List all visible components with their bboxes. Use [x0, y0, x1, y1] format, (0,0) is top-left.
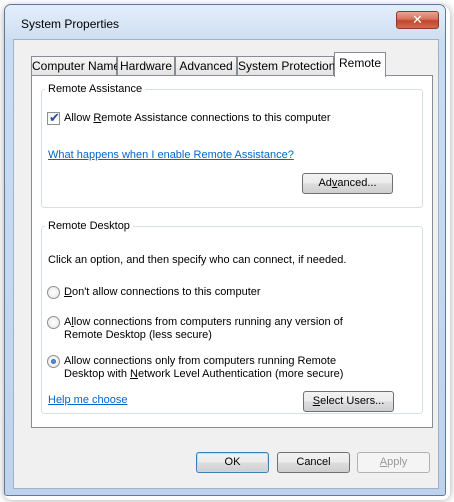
close-button[interactable]: ✕	[396, 11, 439, 29]
title-bar[interactable]: System Properties ✕	[5, 5, 445, 39]
tab-system-protection[interactable]: System Protection	[237, 56, 335, 76]
tab-hardware[interactable]: Hardware	[117, 56, 175, 76]
remote-assistance-help-link[interactable]: What happens when I enable Remote Assist…	[48, 149, 294, 162]
cancel-button[interactable]: Cancel	[277, 452, 350, 473]
radio-allow-nla-only[interactable]	[47, 355, 60, 368]
ok-button[interactable]: OK	[196, 452, 269, 473]
allow-remote-assistance-label[interactable]: Allow Remote Assistance connections to t…	[64, 112, 331, 125]
allow-remote-assistance-checkbox[interactable]: ✔	[47, 110, 60, 125]
radio-allow-nla-only-label[interactable]: Allow connections only from computers ru…	[64, 355, 343, 381]
tab-remote[interactable]: Remote	[334, 52, 386, 77]
radio-allow-any-version[interactable]	[47, 316, 60, 329]
remote-assistance-label: Remote Assistance	[48, 83, 143, 95]
checkmark-icon: ✔	[49, 110, 60, 125]
apply-button[interactable]: Apply	[357, 452, 430, 473]
radio-dont-allow[interactable]	[47, 286, 60, 299]
close-icon: ✕	[412, 12, 423, 27]
radio-selected-dot	[51, 359, 56, 364]
advanced-button[interactable]: Advanced...	[302, 173, 393, 194]
select-users-button[interactable]: Select Users...	[303, 391, 394, 412]
remote-desktop-instruction: Click an option, and then specify who ca…	[48, 254, 347, 266]
tab-computer-name[interactable]: Computer Name	[31, 56, 120, 76]
remote-tab-panel: Remote Assistance ✔ Allow Remote Assista…	[31, 75, 433, 428]
system-properties-window: System Properties ✕ Computer Name Hardwa…	[4, 4, 446, 496]
tab-advanced[interactable]: Advanced	[175, 56, 237, 76]
radio-dont-allow-label[interactable]: Don't allow connections to this computer	[64, 286, 261, 299]
radio-allow-any-version-label[interactable]: Allow connections from computers running…	[64, 316, 343, 342]
remote-desktop-label: Remote Desktop	[48, 220, 130, 232]
help-me-choose-link[interactable]: Help me choose	[48, 394, 128, 407]
window-title: System Properties	[21, 17, 120, 31]
dialog-client-area: Computer Name Hardware Advanced System P…	[13, 39, 439, 489]
